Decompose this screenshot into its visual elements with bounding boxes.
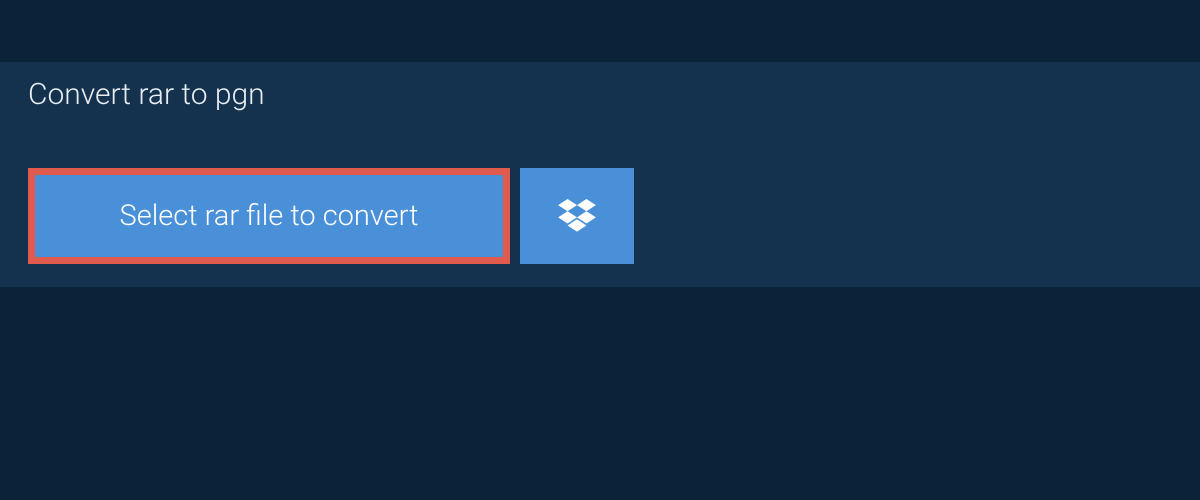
tab-title: Convert rar to pgn bbox=[28, 77, 265, 112]
converter-tab[interactable]: Convert rar to pgn bbox=[0, 62, 400, 127]
select-file-label: Select rar file to convert bbox=[120, 199, 419, 233]
select-file-button[interactable]: Select rar file to convert bbox=[28, 168, 510, 264]
dropbox-button[interactable] bbox=[520, 168, 634, 264]
button-row: Select rar file to convert bbox=[28, 168, 634, 264]
dropbox-icon bbox=[558, 199, 596, 233]
